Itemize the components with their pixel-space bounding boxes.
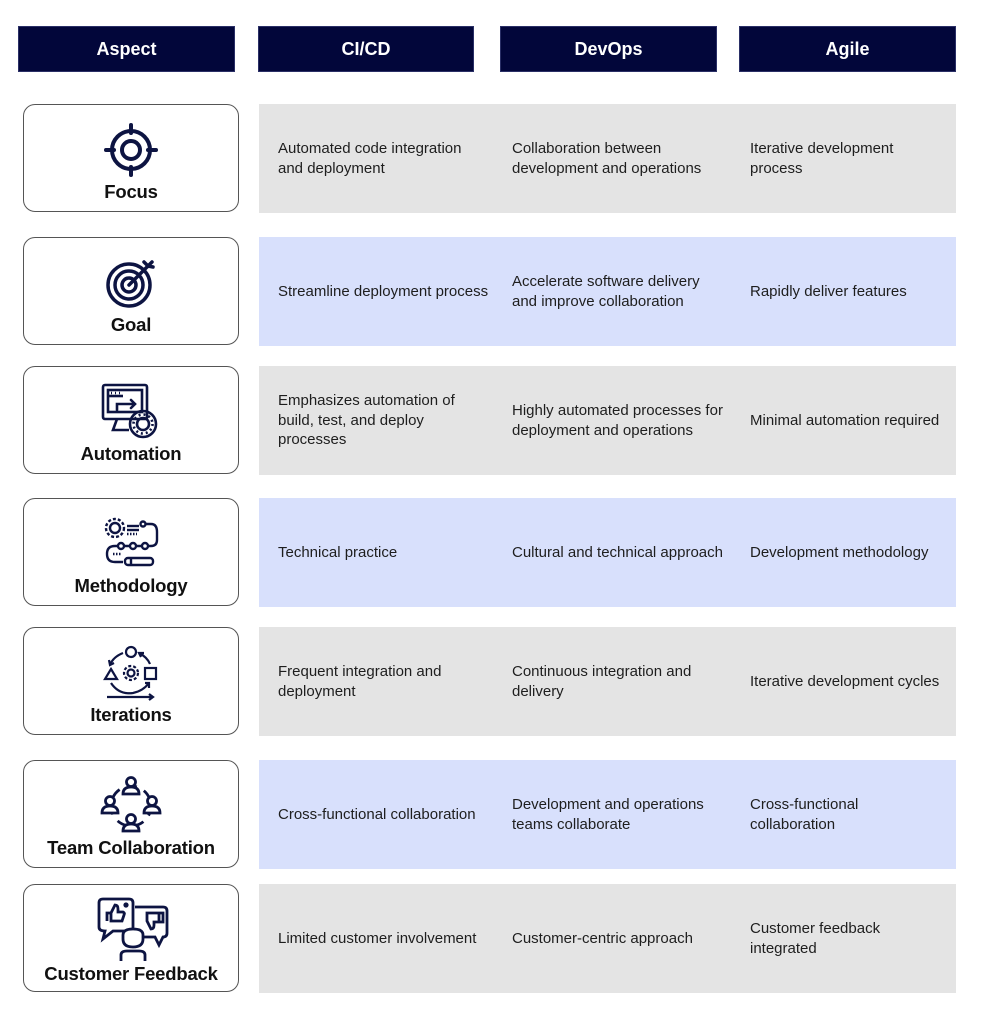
bullseye-dart-icon [99, 254, 163, 312]
cell-cicd: Frequent integration and deployment [278, 663, 442, 700]
aspect-card: Automation [23, 366, 239, 474]
customer-feedback-thumbs-icon [97, 895, 169, 961]
cell-devops: Highly automated processes for deploymen… [512, 402, 723, 439]
aspect-card: Iterations [23, 627, 239, 735]
cell-cicd: Streamline deployment process [278, 282, 489, 300]
table-row-focus: Focus Automated code integration and dep… [0, 104, 986, 214]
cell-devops: Cultural and technical approach [512, 543, 723, 561]
column-header-cicd: CI/CD [258, 26, 474, 72]
table-row-customer-feedback: Customer Feedback Limited customer invol… [0, 884, 986, 994]
aspect-card: Focus [23, 104, 239, 212]
team-circle-icon [99, 776, 163, 835]
cell-cicd: Automated code integration and deploymen… [278, 140, 462, 177]
cell-devops: Development and operations teams collabo… [512, 796, 704, 833]
aspect-card: Customer Feedback [23, 884, 239, 992]
aspect-card: Team Collaboration [23, 760, 239, 868]
cell-agile: Customer feedback integrated [750, 920, 881, 957]
aspect-label: Iterations [90, 704, 172, 725]
table-row-methodology: Methodology Technical practice Cultural … [0, 498, 986, 608]
aspect-label: Goal [110, 314, 152, 335]
aspect-card: Methodology [23, 498, 239, 606]
column-header-agile: Agile [739, 26, 956, 72]
cell-cicd: Technical practice [278, 543, 398, 561]
cell-cicd: Emphasizes automation of build, test, an… [278, 392, 455, 449]
gear-process-pencil-icon [99, 515, 163, 573]
cell-agile: Cross-functional collaboration [750, 796, 859, 833]
aspect-label: Focus [104, 181, 158, 202]
cycle-shapes-gear-icon [99, 644, 163, 702]
cell-cicd: Cross-functional collaboration [278, 805, 476, 823]
aspect-label: Methodology [74, 575, 188, 596]
column-header-aspect: Aspect [18, 26, 235, 72]
cell-agile: Rapidly deliver features [750, 282, 907, 300]
cell-agile: Minimal automation required [750, 411, 940, 429]
cell-devops: Accelerate software delivery and improve… [512, 273, 700, 310]
table-row-team-collaboration: Team Collaboration Cross-functional coll… [0, 760, 986, 870]
cell-devops: Continuous integration and delivery [512, 663, 692, 700]
cell-devops: Customer-centric approach [512, 929, 693, 947]
aspect-label: Team Collaboration [47, 837, 215, 858]
cell-agile: Iterative development cycles [750, 672, 940, 690]
aspect-label: Automation [80, 443, 182, 464]
monitor-gear-icon [99, 383, 163, 441]
cell-cicd: Limited customer involvement [278, 929, 477, 947]
cell-agile: Development methodology [750, 543, 929, 561]
crosshair-target-icon [99, 121, 163, 179]
column-header-devops: DevOps [500, 26, 717, 72]
cell-devops: Collaboration between development and op… [512, 140, 702, 177]
table-row-automation: Automation Emphasizes automation of buil… [0, 366, 986, 476]
aspect-card: Goal [23, 237, 239, 345]
aspect-label: Customer Feedback [44, 963, 218, 984]
table-row-iterations: Iterations Frequent integration and depl… [0, 627, 986, 737]
cell-agile: Iterative development process [750, 140, 894, 177]
table-row-goal: Goal Streamline deployment process Accel… [0, 237, 986, 347]
